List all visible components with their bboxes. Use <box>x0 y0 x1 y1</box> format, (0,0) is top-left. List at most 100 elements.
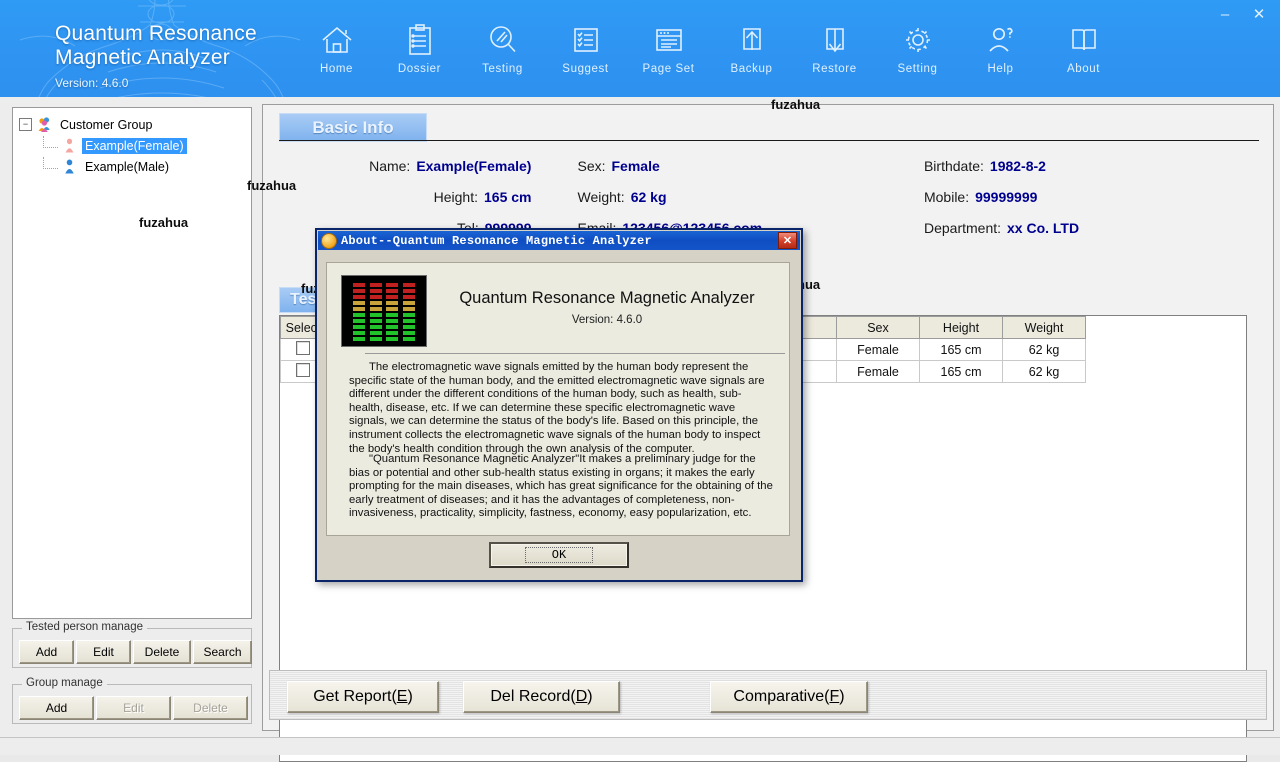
get-report-tail: ) <box>407 688 413 705</box>
window-icon <box>650 18 688 62</box>
group-manage-buttons: Add Edit Delete <box>19 696 248 720</box>
nav-label-dossier: Dossier <box>397 63 442 75</box>
cell-height: 165 cm <box>919 338 1003 361</box>
department-label: Department: <box>923 219 1002 236</box>
about-dialog: About--Quantum Resonance Magnetic Analyz… <box>315 228 803 582</box>
field-weight: Weight: 62 kg <box>531 189 845 205</box>
tab-basic-info[interactable]: Basic Info <box>279 113 427 142</box>
group-icon <box>36 116 53 133</box>
height-value: 165 cm <box>484 188 532 205</box>
field-name: Name: Example(Female) <box>263 158 531 174</box>
brand-line-1: Quantum Resonance <box>55 22 257 45</box>
gear-icon <box>899 18 937 62</box>
height-label: Height: <box>433 188 478 205</box>
home-icon <box>318 18 356 62</box>
dialog-title-text: About--Quantum Resonance Magnetic Analyz… <box>341 233 652 248</box>
person-add-button[interactable]: Add <box>19 640 74 664</box>
main-toolbar: Home Dossier Testing Suggest Page Set Ba… <box>295 18 1125 75</box>
sex-label: Sex: <box>577 157 606 174</box>
nav-item-about[interactable]: About <box>1042 18 1125 75</box>
row-checkbox[interactable] <box>296 341 310 355</box>
del-record-button[interactable]: Del Record(D) <box>463 681 620 713</box>
department-value: xx Co. LTD <box>1007 219 1080 236</box>
window-controls: – ✕ <box>1210 2 1274 26</box>
eq-column <box>403 283 416 341</box>
get-report-label: Get Report( <box>313 688 397 705</box>
action-button-bar: Get Report(E) Del Record(D) Comparative(… <box>269 670 1267 720</box>
dialog-ok-label: OK <box>524 547 594 563</box>
upload-box-icon <box>733 18 771 62</box>
nav-label-backup: Backup <box>730 63 773 75</box>
nav-item-dossier[interactable]: Dossier <box>378 18 461 75</box>
book-icon <box>1065 18 1103 62</box>
left-pane: − Customer Group Example(Female) Example… <box>8 104 256 724</box>
app-version-label: Version: 4.6.0 <box>55 76 129 90</box>
cell-weight: 62 kg <box>1002 338 1086 361</box>
col-height[interactable]: Height <box>919 316 1003 339</box>
eq-column <box>352 283 365 341</box>
customer-tree[interactable]: − Customer Group Example(Female) Example… <box>12 107 252 619</box>
dialog-close-icon[interactable]: ✕ <box>778 232 797 249</box>
tree-connector <box>43 135 58 148</box>
comparative-accel: F <box>829 688 840 705</box>
nav-item-setting[interactable]: Setting <box>876 18 959 75</box>
tree-item-example-male[interactable]: Example(Male) <box>19 156 251 177</box>
dialog-title-bar[interactable]: About--Quantum Resonance Magnetic Analyz… <box>318 231 800 250</box>
comparative-button[interactable]: Comparative(F) <box>710 681 868 713</box>
col-sex[interactable]: Sex <box>836 316 920 339</box>
status-bar <box>0 737 1280 755</box>
get-report-button[interactable]: Get Report(E) <box>287 681 439 713</box>
cell-sex: Female <box>836 338 920 361</box>
tested-person-manage-group: Tested person manage Add Edit Delete Sea… <box>12 621 252 668</box>
tab-divider <box>279 140 1259 141</box>
nav-item-restore[interactable]: Restore <box>793 18 876 75</box>
get-report-accel: E <box>396 688 408 705</box>
magnifier-icon <box>484 18 522 62</box>
del-record-label: Del Record( <box>490 688 576 705</box>
group-manage-group: Group manage Add Edit Delete <box>12 677 252 724</box>
nav-item-help[interactable]: Help <box>959 18 1042 75</box>
info-row-2: Height: 165 cm Weight: 62 kg Mobile: 999… <box>263 181 1273 212</box>
nav-item-home[interactable]: Home <box>295 18 378 75</box>
mobile-label: Mobile: <box>923 188 970 205</box>
nav-item-testing[interactable]: Testing <box>461 18 544 75</box>
col-weight[interactable]: Weight <box>1002 316 1086 339</box>
tree-item-label-female: Example(Female) <box>82 137 187 154</box>
equalizer-logo-icon <box>341 275 427 347</box>
weight-value: 62 kg <box>630 188 667 205</box>
nav-label-suggest: Suggest <box>562 63 609 75</box>
group-add-button[interactable]: Add <box>19 696 94 720</box>
tree-expander-icon[interactable]: − <box>19 118 32 131</box>
app-brand: Quantum Resonance Magnetic Analyzer Vers… <box>55 22 257 90</box>
nav-item-suggest[interactable]: Suggest <box>544 18 627 75</box>
tree-root-label: Customer Group <box>60 117 153 132</box>
tree-item-example-female[interactable]: Example(Female) <box>19 135 251 156</box>
field-height: Height: 165 cm <box>263 188 532 205</box>
person-edit-button[interactable]: Edit <box>76 640 131 664</box>
dialog-app-icon <box>321 232 337 249</box>
field-birthdate: Birthdate: 1982-8-2 <box>846 158 1273 174</box>
person-delete-button[interactable]: Delete <box>133 640 191 664</box>
nav-item-page-set[interactable]: Page Set <box>627 18 710 75</box>
group-edit-button: Edit <box>96 696 171 720</box>
col-filler <box>1085 316 1246 339</box>
nav-item-backup[interactable]: Backup <box>710 18 793 75</box>
row-checkbox[interactable] <box>296 363 310 377</box>
person-male-icon <box>61 158 78 175</box>
person-search-button[interactable]: Search <box>193 640 252 664</box>
nav-label-restore: Restore <box>812 63 857 75</box>
dialog-divider <box>365 353 785 354</box>
eq-column <box>369 283 382 341</box>
close-icon[interactable]: ✕ <box>1244 2 1274 26</box>
dialog-paragraph-1: The electromagnetic wave signals emitted… <box>349 361 773 456</box>
tree-root-node[interactable]: − Customer Group <box>19 114 251 135</box>
dialog-paragraph-1-text: The electromagnetic wave signals emitted… <box>349 361 765 455</box>
tested-person-manage-title: Tested person manage <box>22 621 147 633</box>
dialog-paragraph-2: "Quantum Resonance Magnetic Analyzer"It … <box>349 453 773 521</box>
nav-label-testing: Testing <box>482 63 523 75</box>
eq-column <box>386 283 399 341</box>
minimize-icon[interactable]: – <box>1210 2 1240 26</box>
dialog-body: Quantum Resonance Magnetic Analyzer Vers… <box>326 262 790 536</box>
birthdate-label: Birthdate: <box>923 157 984 174</box>
dialog-ok-button[interactable]: OK <box>489 542 629 568</box>
